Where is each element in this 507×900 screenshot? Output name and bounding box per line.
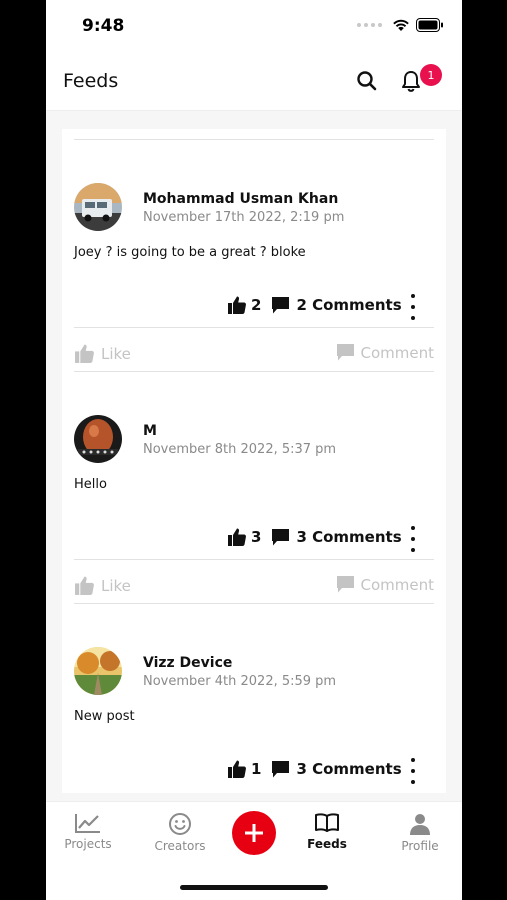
wifi-icon <box>393 19 409 31</box>
post-item: Vizz Device November 4th 2022, 5:59 pm N… <box>62 647 446 793</box>
tab-projects[interactable]: Projects <box>48 812 128 851</box>
comment-button-label: Comment <box>360 343 435 362</box>
post-date: November 17th 2022, 2:19 pm <box>143 210 345 225</box>
comment-icon <box>336 344 354 361</box>
post-item: Mohammad Usman Khan November 17th 2022, … <box>62 183 446 415</box>
page-title: Feeds <box>63 70 119 92</box>
divider <box>74 559 434 560</box>
like-button-label: Like <box>101 576 131 595</box>
divider <box>74 139 434 140</box>
status-time: 9:48 <box>82 16 125 36</box>
post-text: Hello <box>74 477 107 492</box>
thumbs-up-icon <box>228 760 246 778</box>
tab-projects-label: Projects <box>64 837 112 851</box>
post-date: November 8th 2022, 5:37 pm <box>143 442 337 457</box>
more-options-button[interactable] <box>404 757 422 785</box>
post-author[interactable]: Vizz Device <box>143 655 232 671</box>
thumbs-up-icon <box>75 344 94 363</box>
post-stats: 1 3 Comments <box>227 759 402 779</box>
person-icon <box>410 814 430 835</box>
comment-icon <box>272 296 290 313</box>
comment-count-value: 3 Comments <box>296 760 402 778</box>
post-date: November 4th 2022, 5:59 pm <box>143 674 337 689</box>
thumbs-up-icon <box>75 576 94 595</box>
van-photo-icon <box>74 183 122 231</box>
post-text: New post <box>74 709 135 724</box>
avatar[interactable] <box>74 415 122 463</box>
post-stats: 3 3 Comments <box>227 527 402 547</box>
post-stats: 2 2 Comments <box>227 295 402 315</box>
tab-profile-label: Profile <box>401 839 439 853</box>
like-count[interactable]: 3 <box>227 527 261 547</box>
divider <box>74 603 434 604</box>
plus-icon <box>245 824 263 842</box>
like-count[interactable]: 1 <box>227 759 261 779</box>
tab-creators-label: Creators <box>154 839 206 853</box>
open-book-icon <box>315 813 339 832</box>
egg-photo-icon <box>74 415 122 463</box>
divider <box>74 371 434 372</box>
post-item: M November 8th 2022, 5:37 pm Hello 3 3 C… <box>62 415 446 647</box>
more-options-button[interactable] <box>404 525 422 553</box>
thumbs-up-icon <box>228 528 246 546</box>
phone-screen: 9:48 Feeds 1 Mohammad Usman Khan Novembe… <box>46 0 462 900</box>
search-icon <box>357 71 377 91</box>
like-button-label: Like <box>101 344 131 363</box>
tab-feeds-label: Feeds <box>307 837 347 851</box>
thumbs-up-icon <box>228 296 246 314</box>
battery-icon <box>416 18 443 32</box>
like-count[interactable]: 2 <box>227 295 261 315</box>
avatar[interactable] <box>74 647 122 695</box>
create-post-button[interactable] <box>232 811 276 855</box>
home-indicator[interactable] <box>180 885 328 890</box>
comment-count-value: 2 Comments <box>296 296 402 314</box>
notification-badge: 1 <box>420 64 442 86</box>
avatar[interactable] <box>74 183 122 231</box>
post-author[interactable]: Mohammad Usman Khan <box>143 191 338 207</box>
tab-profile[interactable]: Profile <box>380 812 460 853</box>
cellular-signal-icon <box>357 23 382 27</box>
comment-icon <box>272 528 290 545</box>
status-icons <box>357 18 444 32</box>
feed-list[interactable]: Mohammad Usman Khan November 17th 2022, … <box>46 111 462 801</box>
status-bar: 9:48 <box>46 0 462 52</box>
smiley-icon <box>169 813 191 835</box>
comment-button[interactable]: Comment <box>336 575 435 594</box>
more-options-button[interactable] <box>404 293 422 321</box>
divider <box>74 327 434 328</box>
search-button[interactable] <box>354 68 380 94</box>
app-header: Feeds <box>46 52 462 111</box>
post-author[interactable]: M <box>143 423 157 439</box>
tab-feeds[interactable]: Feeds <box>287 812 367 851</box>
tab-creators[interactable]: Creators <box>140 812 220 853</box>
chart-line-icon <box>75 814 100 833</box>
like-button[interactable]: Like <box>74 343 131 364</box>
comment-count[interactable]: 2 Comments <box>271 296 402 315</box>
comment-count[interactable]: 3 Comments <box>271 528 402 547</box>
comment-icon <box>272 760 290 777</box>
autumn-road-photo-icon <box>74 647 122 695</box>
comment-button[interactable]: Comment <box>336 343 435 362</box>
comment-button-label: Comment <box>360 575 435 594</box>
comment-count-value: 3 Comments <box>296 528 402 546</box>
feed-card: Mohammad Usman Khan November 17th 2022, … <box>62 129 446 793</box>
like-button[interactable]: Like <box>74 575 131 596</box>
like-count-value: 3 <box>251 528 262 546</box>
post-text: Joey ? is going to be a great ? bloke <box>74 245 306 260</box>
like-count-value: 1 <box>251 760 262 778</box>
comment-icon <box>336 576 354 593</box>
like-count-value: 2 <box>251 296 262 314</box>
comment-count[interactable]: 3 Comments <box>271 760 402 779</box>
